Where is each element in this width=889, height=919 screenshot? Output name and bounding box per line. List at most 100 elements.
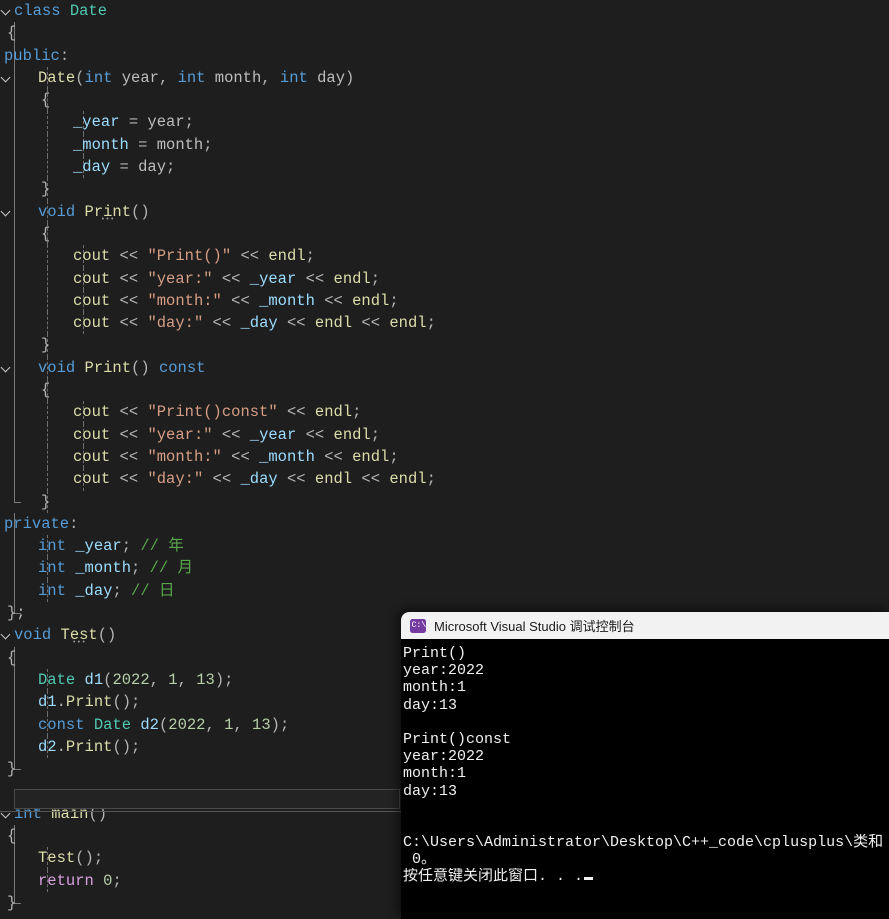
code-line[interactable]: { <box>0 379 889 402</box>
code-line[interactable]: void Print() const <box>0 356 889 380</box>
console-output[interactable]: Print() year:2022 month:1 day:13 Print()cons… <box>401 639 889 919</box>
code-line[interactable]: int _year; // 年 <box>0 535 889 558</box>
code-text: cout << "day:" << _day << endl << endl; <box>73 312 436 334</box>
code-token: endl <box>352 447 390 466</box>
indent-guide <box>14 847 15 870</box>
code-token: int <box>279 68 308 87</box>
code-token: << <box>203 314 241 333</box>
code-line[interactable]: cout << "Print()const" << endl; <box>0 401 889 424</box>
chevron-down-icon[interactable] <box>1 73 12 84</box>
code-token: << <box>110 447 148 466</box>
code-text: }; <box>7 602 26 624</box>
blank-line-selection[interactable] <box>14 789 400 809</box>
code-token: Print <box>84 358 132 377</box>
indent-guide <box>14 200 15 223</box>
code-token: _month <box>259 447 315 466</box>
console-icon-glyph: C:\ <box>411 620 427 630</box>
chevron-down-icon[interactable] <box>1 363 12 374</box>
code-token: endl <box>352 291 390 310</box>
code-token: << <box>212 269 250 288</box>
indent-guide <box>14 557 15 580</box>
indent-guide <box>14 579 15 603</box>
code-token: . <box>56 693 66 712</box>
code-line[interactable]: _year = year; <box>0 111 889 134</box>
code-token: ; <box>184 113 194 132</box>
code-token: Print <box>85 203 132 221</box>
code-line[interactable]: { <box>0 89 889 112</box>
code-line[interactable]: cout << "day:" << _day << endl << endl; <box>0 312 889 335</box>
code-token: Date <box>69 2 108 20</box>
code-line[interactable]: cout << "year:" << _year << endl; <box>0 267 889 290</box>
code-line[interactable]: Date(int year, int month, int day) <box>0 66 889 90</box>
code-token: ; <box>131 559 150 578</box>
code-text: _day = day; <box>73 156 175 178</box>
code-token: } <box>7 893 17 912</box>
code-token: _year <box>249 269 297 288</box>
code-token: , <box>177 670 197 689</box>
code-line[interactable]: private: <box>0 512 889 536</box>
code-text: void Test() <box>14 624 116 646</box>
code-line[interactable]: _day = day; <box>0 156 889 179</box>
code-token: << <box>314 291 353 310</box>
code-token: private <box>4 514 70 533</box>
console-line: 0。 <box>403 851 437 869</box>
code-line[interactable]: cout << "Print()" << endl; <box>0 245 889 268</box>
code-token: { <box>41 224 51 243</box>
console-titlebar[interactable]: C:\ Microsoft Visual Studio 调试控制台 <box>401 612 889 639</box>
code-line[interactable]: cout << "day:" << _day << endl << endl; <box>0 468 889 491</box>
code-token: , <box>205 715 225 734</box>
indent-guide <box>14 668 15 692</box>
code-token: "month:" <box>147 447 222 466</box>
code-text: int _day; // 日 <box>38 580 174 602</box>
debug-console-window[interactable]: C:\ Microsoft Visual Studio 调试控制台 Print(… <box>401 612 889 919</box>
code-token: "day:" <box>147 314 204 333</box>
code-line[interactable]: cout << "year:" << _year << endl; <box>0 423 889 446</box>
code-line[interactable]: public: <box>0 44 889 67</box>
code-line[interactable]: cout << "month:" << _month << endl; <box>0 289 889 313</box>
code-token: Date <box>38 68 76 87</box>
code-token: day <box>138 158 167 177</box>
code-line[interactable]: _month = month; <box>0 133 889 157</box>
code-token: int <box>38 537 66 556</box>
code-token: << <box>110 314 148 333</box>
chevron-down-icon[interactable] <box>1 6 12 17</box>
code-text: int _year; // 年 <box>38 535 184 557</box>
indent-guide <box>14 468 15 491</box>
code-line[interactable]: int _day; // 日 <box>0 579 889 603</box>
indent-guide <box>47 289 48 313</box>
code-line[interactable]: } <box>0 178 889 201</box>
code-text: cout << "Print()" << endl; <box>73 245 315 267</box>
code-line[interactable]: } <box>0 490 889 513</box>
code-line[interactable]: void Print() <box>0 200 889 223</box>
chevron-down-icon[interactable] <box>1 207 12 218</box>
code-token: _month <box>73 135 129 154</box>
code-token: . <box>56 737 66 756</box>
code-line[interactable]: int _month; // 月 <box>0 557 889 580</box>
code-token: int <box>84 68 113 87</box>
code-token: cout <box>73 403 111 422</box>
chevron-down-icon[interactable] <box>1 630 12 641</box>
code-text: } <box>41 178 50 200</box>
code-text: int _month; // 月 <box>38 557 193 579</box>
code-token: _day <box>73 158 111 177</box>
indent-guide <box>14 111 15 134</box>
indent-guide <box>14 423 15 446</box>
indent-guide <box>47 111 48 134</box>
indent-guide <box>14 312 15 335</box>
code-token: int <box>38 559 66 578</box>
code-token: << <box>110 425 148 444</box>
code-token: cout <box>73 314 111 333</box>
code-line[interactable]: } <box>0 334 889 357</box>
code-line[interactable]: { <box>0 22 889 45</box>
code-text: return 0; <box>38 870 122 892</box>
code-text: Date d1(2022, 1, 13); <box>38 669 233 691</box>
code-token: endl <box>314 314 353 333</box>
code-line[interactable]: { <box>0 222 889 246</box>
code-token: << <box>277 403 315 422</box>
code-line[interactable]: cout << "month:" << _month << endl; <box>0 445 889 469</box>
code-line[interactable]: class Date <box>0 0 889 22</box>
